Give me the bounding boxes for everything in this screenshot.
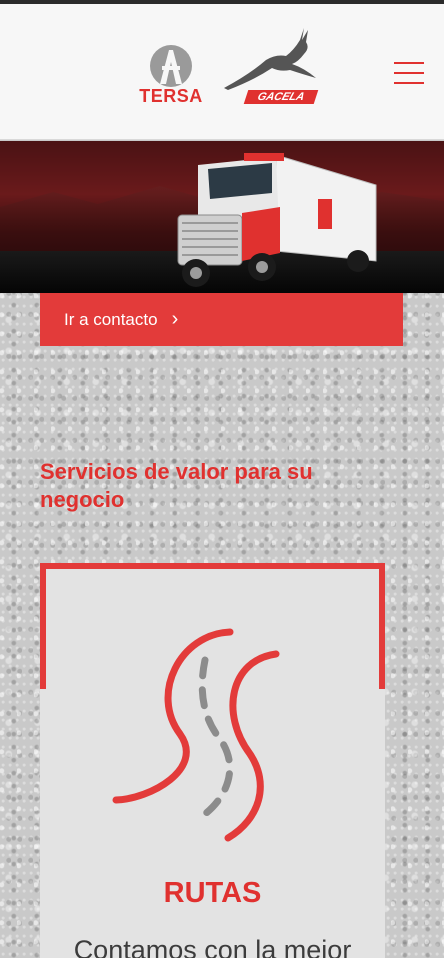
route-icon: [112, 628, 280, 842]
truck-image: [177, 153, 377, 287]
tersa-logo-mark: [150, 45, 192, 87]
contact-button[interactable]: Ir a contacto ›: [40, 293, 403, 346]
gacela-wordmark: GACELA: [243, 90, 319, 104]
menu-line: [394, 62, 424, 64]
hero-banner: [0, 141, 444, 293]
contact-button-label: Ir a contacto: [64, 309, 158, 329]
services-heading: Servicios de valor para su negocio: [40, 459, 313, 512]
card-title: RUTAS: [163, 877, 262, 909]
gacela-logo[interactable]: GACELA: [220, 26, 322, 108]
gazelle-icon: [224, 28, 316, 90]
hamburger-menu-button[interactable]: [394, 60, 424, 86]
card-description: Contamos con la mejor: [73, 935, 352, 958]
site-header: TERSA GACELA: [0, 4, 444, 140]
menu-line: [394, 82, 424, 84]
card-frame-right: [379, 563, 385, 689]
tersa-logo[interactable]: TERSA: [136, 44, 206, 108]
chevron-right-icon: ›: [171, 308, 179, 330]
tersa-wordmark: TERSA: [139, 86, 203, 106]
card-frame-left: [40, 563, 46, 689]
service-card-rutas[interactable]: RUTAS Contamos con la mejor: [40, 563, 385, 958]
menu-line: [394, 72, 424, 74]
